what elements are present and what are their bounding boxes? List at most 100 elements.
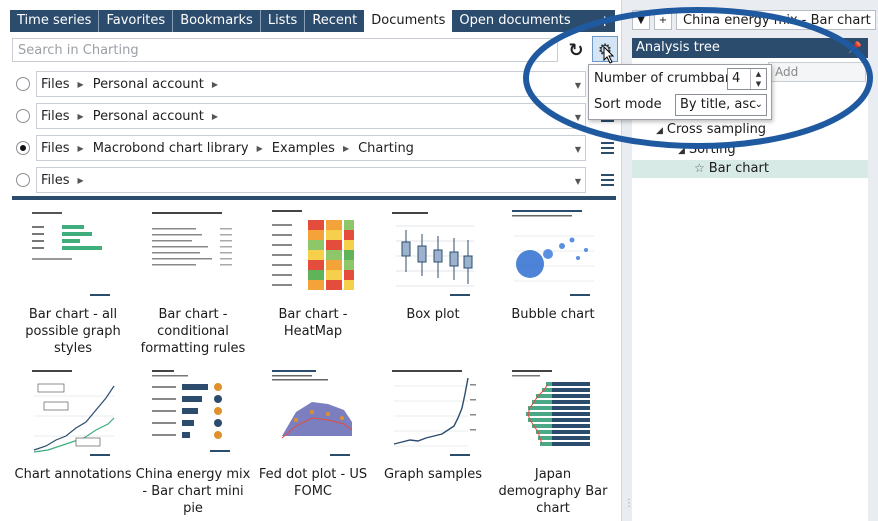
crumb[interactable]: Examples: [272, 141, 341, 156]
chart-thumbnail: [508, 206, 598, 301]
crumb[interactable]: Personal account: [93, 77, 210, 92]
crumbbar-path[interactable]: Files ▶ Personal account ▶ ▼: [36, 103, 586, 129]
tree-item-bar-chart[interactable]: ☆ Bar chart: [694, 161, 769, 176]
crumbbar-2: Files ▶ Personal account ▶ ▼: [12, 103, 615, 129]
document-title: Box plot: [406, 307, 460, 322]
tree-item-cross-sampling[interactable]: ◢ Cross sampling: [656, 122, 766, 137]
document-card[interactable]: Bar chart - HeatMap: [252, 204, 374, 364]
chart-thumbnail: [388, 206, 478, 301]
tree-item-sorting[interactable]: ◢ Sorting: [678, 142, 736, 157]
tab-documents[interactable]: Documents: [364, 10, 453, 32]
collapse-arrow-icon[interactable]: ◢: [678, 146, 685, 156]
chevron-right-icon[interactable]: ▶: [76, 176, 93, 185]
crumb[interactable]: Files: [41, 141, 76, 156]
charting-panel: Time series Favorites Bookmarks Lists Re…: [0, 0, 622, 521]
chevron-right-icon[interactable]: ▶: [76, 144, 93, 153]
chevron-right-icon[interactable]: ▶: [76, 112, 93, 121]
document-card[interactable]: Japan demography Bar chart: [492, 364, 614, 521]
sort-mode-value: By title, asc: [680, 97, 757, 112]
chevron-down-icon[interactable]: ▼: [575, 145, 581, 154]
document-card[interactable]: Bar chart - all possible graph styles: [12, 204, 134, 364]
document-title: Bar chart - HeatMap: [278, 307, 348, 339]
crumbbar-path[interactable]: Files ▶ ▼: [36, 167, 586, 193]
crumb[interactable]: Files: [41, 173, 76, 188]
sort-mode-select[interactable]: By title, asc ⌄: [675, 94, 767, 116]
tab-favorites[interactable]: Favorites: [98, 10, 172, 32]
tab-time-series[interactable]: Time series: [10, 10, 98, 32]
spin-down-icon[interactable]: ▼: [751, 79, 766, 89]
crumbbar-1: Files ▶ Personal account ▶ ▼: [12, 71, 615, 97]
chevron-down-icon[interactable]: ▼: [575, 177, 581, 186]
tab-open-documents[interactable]: Open documents: [452, 10, 577, 32]
document-card[interactable]: Bar chart - conditional formatting rules: [132, 204, 254, 364]
document-title: China energy mix - Bar chart mini pie: [135, 467, 251, 516]
add-analysis-dropdown[interactable]: Add: [768, 62, 866, 82]
chevron-right-icon[interactable]: ▶: [210, 80, 227, 89]
chevron-down-icon: ⌄: [754, 99, 763, 110]
document-card[interactable]: China energy mix - Bar chart mini pie: [132, 364, 254, 521]
crumbbar-path[interactable]: Files ▶ Personal account ▶ ▼: [36, 71, 586, 97]
analysis-tree-header: Analysis tree 📌: [632, 38, 868, 58]
mouse-cursor-icon: [603, 46, 615, 64]
crumbbar-4: Files ▶ ▼: [12, 167, 615, 193]
crumbbars-value: 4: [732, 71, 741, 86]
document-card[interactable]: Fed dot plot - US FOMC: [252, 364, 374, 521]
chevron-right-icon[interactable]: ▶: [341, 144, 358, 153]
search-input[interactable]: [12, 38, 558, 62]
document-title: Japan demography Bar chart: [498, 467, 608, 516]
star-icon[interactable]: ☆: [694, 161, 705, 175]
pin-icon[interactable]: 📌: [848, 38, 862, 58]
tab-lists[interactable]: Lists: [259, 10, 305, 32]
list-options-button[interactable]: [592, 170, 614, 190]
chevron-right-icon[interactable]: ▶: [210, 112, 227, 121]
crumb[interactable]: Personal account: [93, 109, 210, 124]
collapse-arrow-icon[interactable]: ◢: [656, 126, 663, 136]
crumb[interactable]: Files: [41, 77, 76, 92]
document-menu-button[interactable]: ▼: [632, 10, 650, 30]
crumb[interactable]: Macrobond chart library: [93, 141, 255, 156]
crumbbars-spinner[interactable]: ▲ ▼: [750, 69, 766, 89]
chevron-right-icon[interactable]: ▶: [255, 144, 272, 153]
document-card[interactable]: Chart annotations: [12, 364, 134, 521]
search-row: ↻ ⚙: [12, 36, 618, 62]
chart-thumbnail: [508, 366, 598, 461]
refresh-icon: ↻: [568, 39, 584, 61]
add-tab-button[interactable]: +: [598, 10, 611, 32]
crumbbars-number-input[interactable]: 4 ▲ ▼: [727, 68, 767, 90]
plus-icon: +: [658, 14, 668, 26]
document-title: Bar chart - all possible graph styles: [25, 307, 121, 356]
document-title: Bar chart - conditional formatting rules: [140, 307, 246, 356]
new-document-button[interactable]: +: [654, 10, 672, 30]
chevron-right-icon[interactable]: ▶: [76, 80, 93, 89]
crumbbar-radio[interactable]: [16, 173, 30, 187]
chevron-down-icon: ▼: [637, 14, 645, 26]
crumbbar-path[interactable]: Files ▶ Macrobond chart library ▶ Examples…: [36, 135, 586, 161]
chevron-down-icon[interactable]: ▼: [575, 81, 581, 90]
crumbbar-radio[interactable]: [16, 77, 30, 91]
refresh-button[interactable]: ↻: [564, 38, 588, 62]
crumbbar-3: Files ▶ Macrobond chart library ▶ Examples…: [12, 135, 615, 161]
chart-thumbnail: [268, 206, 358, 301]
crumbbar-radio-selected[interactable]: [16, 141, 30, 155]
chart-thumbnail: [148, 366, 238, 461]
chevron-down-icon[interactable]: ▼: [575, 113, 581, 122]
crumbbar-settings-popup: Number of crumbbars 4 ▲ ▼ Sort mode By t…: [588, 64, 772, 120]
chart-thumbnail: [28, 206, 118, 301]
chart-thumbnail: [268, 366, 358, 461]
crumb[interactable]: Charting: [358, 141, 420, 156]
crumb[interactable]: Files: [41, 109, 76, 124]
tab-recent[interactable]: Recent: [304, 10, 364, 32]
document-card[interactable]: Box plot: [372, 204, 494, 364]
tab-bookmarks[interactable]: Bookmarks: [172, 10, 260, 32]
document-title: Graph samples: [383, 467, 483, 482]
document-title-tab[interactable]: China energy mix - Bar chart mini: [676, 10, 876, 30]
document-card[interactable]: Bubble chart: [492, 204, 614, 364]
chart-thumbnail: [388, 366, 478, 461]
spin-up-icon[interactable]: ▲: [751, 69, 766, 79]
list-options-button[interactable]: [592, 138, 614, 158]
chart-thumbnail: [28, 366, 118, 461]
document-card[interactable]: Graph samples: [372, 364, 494, 521]
crumbbar-radio[interactable]: [16, 109, 30, 123]
resize-grip-icon[interactable]: ⋮: [624, 498, 634, 509]
tree-item-label: Cross sampling: [666, 122, 767, 137]
